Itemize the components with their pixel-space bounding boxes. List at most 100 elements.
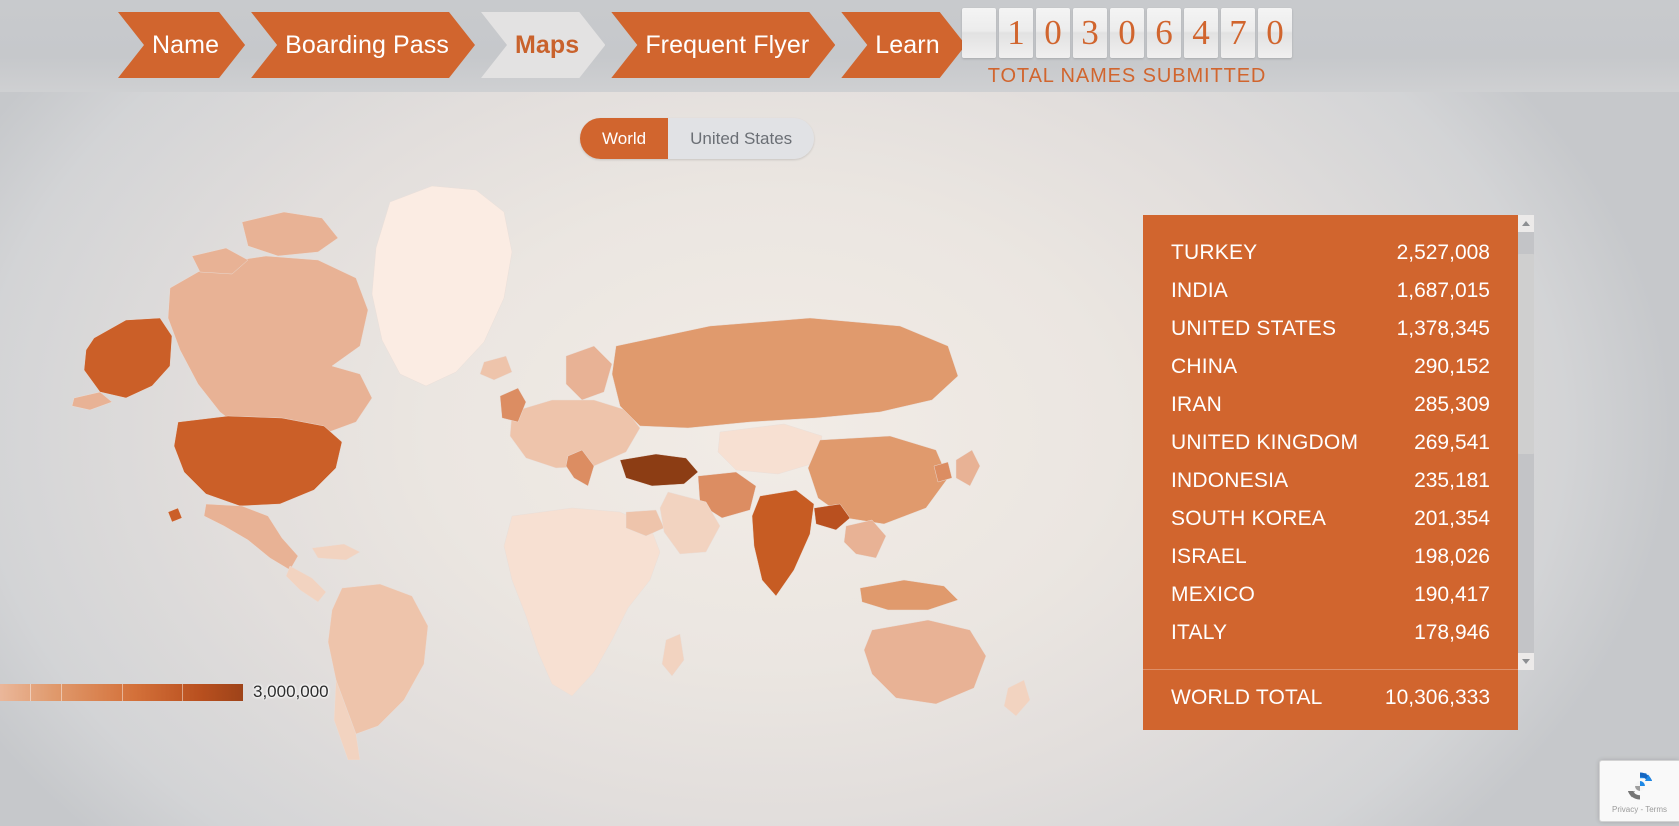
table-row[interactable]: SOUTH KOREA 201,354	[1171, 507, 1490, 545]
country-name: MEXICO	[1171, 583, 1256, 606]
country-indonesia[interactable]	[859, 579, 959, 611]
country-value: 198,026	[1414, 545, 1490, 568]
scrollbar-thumb[interactable]	[1518, 254, 1534, 454]
country-value: 201,354	[1414, 507, 1490, 530]
table-row[interactable]: UNITED STATES 1,378,345	[1171, 317, 1490, 355]
counter-digit: 7	[1221, 8, 1255, 58]
scope-toggle-united-states[interactable]: United States	[668, 118, 815, 159]
world-total-row: WORLD TOTAL 10,306,333	[1143, 670, 1518, 726]
counter-digit: 4	[1184, 8, 1218, 58]
counter-digit: 0	[1036, 8, 1070, 58]
country-value: 178,946	[1414, 621, 1490, 644]
breadcrumb-item-label: Boarding Pass	[285, 30, 449, 59]
country-name: CHINA	[1171, 355, 1238, 378]
table-row[interactable]: INDONESIA 235,181	[1171, 469, 1490, 507]
breadcrumb-item-frequent-flyer[interactable]: Frequent Flyer	[611, 12, 835, 78]
country-value: 269,541	[1414, 431, 1490, 454]
counter-label: TOTAL NAMES SUBMITTED	[987, 65, 1267, 87]
country-name: INDIA	[1171, 279, 1229, 302]
country-canada-arctic[interactable]	[241, 211, 339, 257]
recaptcha-badge[interactable]: Privacy - Terms	[1599, 760, 1679, 822]
country-name: TURKEY	[1171, 241, 1258, 264]
breadcrumb-item-boarding-pass[interactable]: Boarding Pass	[251, 12, 475, 78]
legend-gradient-bar	[0, 683, 243, 701]
country-value: 290,152	[1414, 355, 1490, 378]
scope-toggle: World United States	[580, 118, 815, 159]
chevron-down-icon	[1522, 659, 1530, 664]
breadcrumb-item-label: Learn	[875, 30, 940, 59]
scrollbar-down-button[interactable]	[1518, 653, 1534, 670]
country-name: UNITED KINGDOM	[1171, 431, 1359, 454]
table-row[interactable]: CHINA 290,152	[1171, 355, 1490, 393]
table-row[interactable]: UNITED KINGDOM 269,541	[1171, 431, 1490, 469]
country-greenland[interactable]	[371, 185, 513, 387]
scrollbar-track[interactable]	[1518, 232, 1534, 653]
map-svg	[71, 185, 1031, 761]
world-choropleth-map[interactable]	[60, 160, 1120, 761]
table-row[interactable]: MEXICO 190,417	[1171, 583, 1490, 621]
table-row[interactable]: INDIA 1,687,015	[1171, 279, 1490, 317]
scope-toggle-world[interactable]: World	[580, 118, 669, 159]
table-row-total: WORLD TOTAL 10,306,333	[1171, 670, 1490, 726]
breadcrumb-item-name[interactable]: Name	[118, 12, 245, 78]
total-names-counter: 1 0 3 0 6 4 7 0 TOTAL NAMES SUBMITTED	[962, 8, 1292, 88]
country-name: SOUTH KOREA	[1171, 507, 1327, 530]
panel-scrollbar[interactable]	[1518, 215, 1534, 670]
country-india[interactable]	[751, 489, 815, 597]
country-value: 285,309	[1414, 393, 1490, 416]
region-hawaii[interactable]	[167, 507, 183, 523]
breadcrumb-item-label: Name	[152, 30, 220, 59]
counter-digit: 0	[1110, 8, 1144, 58]
country-totals-list: TURKEY 2,527,008 INDIA 1,687,015 UNITED …	[1143, 215, 1518, 659]
table-row[interactable]: ITALY 178,946	[1171, 621, 1490, 659]
counter-digit: 3	[1073, 8, 1107, 58]
country-name: UNITED STATES	[1171, 317, 1337, 340]
region-aleutians[interactable]	[71, 391, 113, 411]
country-name: ITALY	[1171, 621, 1228, 644]
country-iceland[interactable]	[479, 355, 513, 381]
counter-digits: 1 0 3 0 6 4 7 0	[962, 8, 1292, 58]
country-canada[interactable]	[167, 255, 373, 441]
legend-max-label: 3,000,000	[253, 682, 329, 701]
table-row[interactable]: IRAN 285,309	[1171, 393, 1490, 431]
country-totals-panel: TURKEY 2,527,008 INDIA 1,687,015 UNITED …	[1143, 215, 1518, 730]
scrollbar-up-button[interactable]	[1518, 215, 1534, 232]
counter-digit: 6	[1147, 8, 1181, 58]
map-landmasses	[71, 185, 1031, 761]
country-madagascar[interactable]	[661, 633, 685, 677]
breadcrumb-item-learn[interactable]: Learn	[841, 12, 965, 78]
region-central-asia[interactable]	[717, 423, 823, 475]
scope-toggle-label: United States	[690, 128, 793, 148]
country-name: IRAN	[1171, 393, 1222, 416]
recaptcha-icon	[1627, 772, 1652, 799]
world-total-value: 10,306,333	[1384, 686, 1490, 709]
country-caribbean[interactable]	[311, 543, 361, 561]
country-new-zealand[interactable]	[1003, 679, 1031, 717]
region-scandinavia[interactable]	[565, 345, 613, 401]
world-total-label: WORLD TOTAL	[1171, 686, 1323, 709]
country-central-america[interactable]	[285, 565, 327, 603]
country-united-states[interactable]	[173, 415, 343, 507]
country-turkey[interactable]	[619, 453, 699, 487]
country-value: 190,417	[1414, 583, 1490, 606]
page-header: Name Boarding Pass Maps Frequent Flyer L…	[0, 0, 1679, 92]
country-value: 2,527,008	[1396, 241, 1490, 264]
country-value: 1,687,015	[1396, 279, 1490, 302]
chevron-up-icon	[1522, 221, 1530, 226]
country-mexico[interactable]	[203, 503, 299, 571]
country-value: 1,378,345	[1396, 317, 1490, 340]
breadcrumb-item-label: Maps	[515, 30, 580, 59]
breadcrumb-item-maps[interactable]: Maps	[481, 12, 605, 78]
country-japan[interactable]	[955, 449, 981, 487]
country-alaska[interactable]	[83, 317, 173, 399]
breadcrumb: Name Boarding Pass Maps Frequent Flyer L…	[118, 12, 972, 78]
country-russia[interactable]	[611, 317, 959, 429]
continent-africa[interactable]	[503, 507, 661, 697]
scope-toggle-label: World	[602, 128, 647, 148]
region-southeast-asia[interactable]	[843, 519, 887, 559]
table-row[interactable]: TURKEY 2,527,008	[1171, 241, 1490, 279]
country-australia[interactable]	[863, 619, 987, 705]
table-row[interactable]: ISRAEL 198,026	[1171, 545, 1490, 583]
map-legend: 3,000,000	[0, 682, 329, 702]
counter-digit: 1	[999, 8, 1033, 58]
